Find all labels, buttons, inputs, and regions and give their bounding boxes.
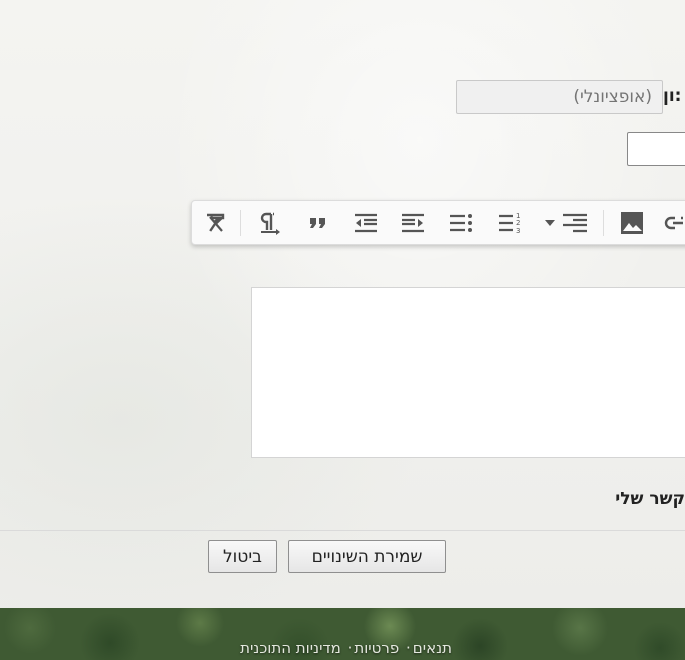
toolbar-divider (603, 210, 604, 236)
svg-text:3: 3 (516, 227, 520, 235)
footer-separator: · (406, 639, 411, 657)
subject-label: ון: (663, 86, 682, 106)
blockquote-icon[interactable] (303, 209, 333, 237)
text-field[interactable] (627, 132, 685, 166)
paragraph-direction-icon[interactable] (255, 209, 285, 237)
svg-text:2: 2 (516, 219, 520, 227)
footer-link-policy[interactable]: מדיניות התוכנית (240, 639, 341, 657)
align-dropdown-icon[interactable] (540, 209, 592, 237)
subject-input[interactable] (456, 80, 663, 114)
outdent-icon[interactable] (351, 209, 381, 237)
contact-label: קשר שלי (615, 489, 685, 509)
cancel-button[interactable]: ביטול (208, 540, 277, 573)
bulleted-list-icon[interactable] (446, 209, 476, 237)
editor-toolbar: 123 (191, 200, 685, 245)
image-icon[interactable] (617, 209, 647, 237)
divider (0, 530, 685, 531)
footer-links: תנאים· פרטיות· מדיניות התוכנית (239, 639, 453, 657)
footer-link-privacy[interactable]: פרטיות (354, 639, 399, 657)
editor-textarea[interactable] (251, 287, 685, 458)
indent-icon[interactable] (398, 209, 428, 237)
toolbar-divider (240, 210, 241, 236)
save-button[interactable]: שמירת השינויים (288, 540, 446, 573)
footer-link-terms[interactable]: תנאים (413, 639, 452, 657)
link-icon[interactable] (662, 209, 685, 237)
footer-separator: · (347, 639, 353, 657)
clear-formatting-icon[interactable] (201, 209, 231, 237)
numbered-list-icon[interactable]: 123 (495, 209, 525, 237)
